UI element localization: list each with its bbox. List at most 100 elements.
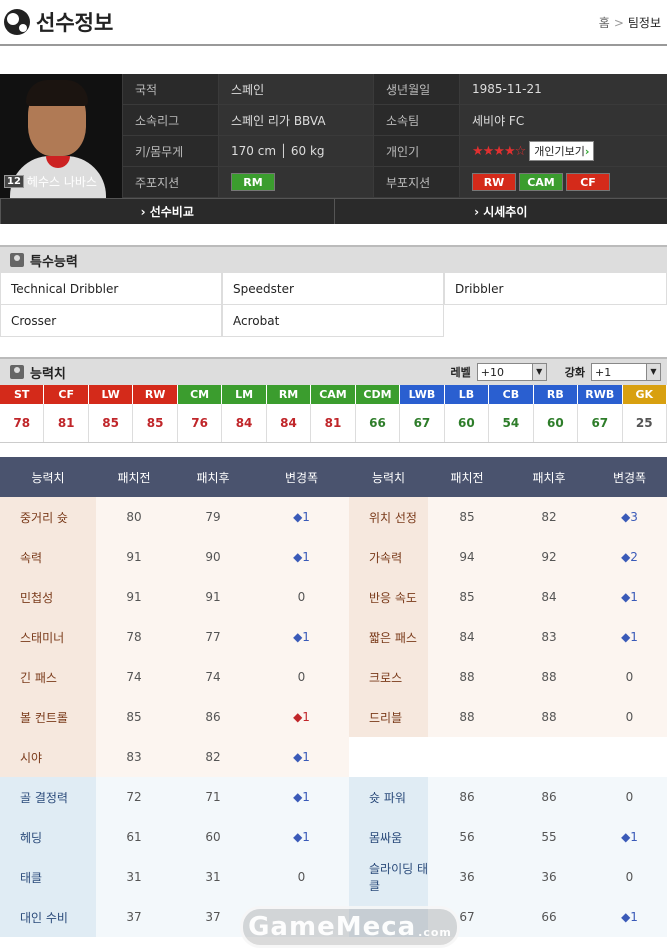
info-value: 170 cm │ 60 kg [218,136,373,167]
stat-column-header: 패치후 [196,470,230,485]
position-label: RWB [578,385,623,404]
position-label: CM [177,385,223,404]
stat-column-header: 능력치 [31,470,65,485]
position-rating: 67 [578,404,623,442]
position-rating: 84 [222,404,267,442]
stat-after: 91 [172,577,254,617]
breadcrumb-home[interactable]: 홈 [599,16,610,30]
position-label: RW [133,385,178,404]
stat-change [592,737,667,777]
position-label: ST [0,385,45,404]
stat-after: 77 [172,617,254,657]
header-left: 선수정보 [4,7,113,37]
stat-change: ◆1 [254,817,349,857]
compare-button[interactable]: › 선수비교 [0,199,334,224]
chevron-right-icon: > [613,15,624,30]
position-label: CB [489,385,534,404]
stat-after: 86 [506,777,592,817]
stat-row: 스태미너 78 77 ◆1 짧은 패스 84 83 ◆1 [0,617,667,657]
skill-view-button[interactable]: 개인기보기› [529,141,595,161]
position-rating: 25 [623,404,667,442]
stat-name: 긴 패스 [0,657,96,697]
page-header: 선수정보 홈 > 팀정보 [0,0,667,46]
breadcrumb-current[interactable]: 팀정보 [628,16,661,30]
stat-name: 짧은 패스 [349,617,428,657]
stat-row: 시야 83 82 ◆1 [0,737,667,777]
stat-before: 36 [428,857,506,897]
stat-change: ◆2 [592,537,667,577]
info-key: 키/몸무게 [122,136,218,167]
stat-row: 민첩성 91 91 0 반응 속도 85 84 ◆1 [0,577,667,617]
position-rating: 67 [400,404,445,442]
special-title: 특수능력 [30,254,78,270]
position-rating: 85 [89,404,134,442]
soccer-ball-icon [4,9,30,35]
sub-position-cell: RW CAM CF [459,167,667,198]
chevron-down-icon: ▼ [531,364,546,380]
stat-name: 중거리 슛 [0,497,96,537]
stat-before: 83 [96,737,172,777]
stat-name: 반응 속도 [349,577,428,617]
player-name: 헤수스 나바스 [26,175,97,189]
info-key: 소속팀 [373,105,459,136]
stat-row: 볼 컨트롤 85 86 ◆1 드리블 88 88 0 [0,697,667,737]
info-key: 생년월일 [373,74,459,105]
stat-after: 88 [506,657,592,697]
info-key: 개인기 [373,136,459,167]
stat-change: ◆1 [592,817,667,857]
stat-after: 88 [506,697,592,737]
level-select[interactable]: +10 ▼ [476,363,547,381]
stat-before: 86 [428,777,506,817]
chevron-down-icon: ▼ [646,364,660,380]
stat-after: 83 [506,617,592,657]
position-label: CDM [355,385,401,404]
position-label: RM [266,385,312,404]
stat-name: 시야 [0,737,96,777]
stat-after: 60 [172,817,254,857]
stat-column-header: 패치전 [450,470,484,485]
stat-before: 72 [96,777,172,817]
stat-table-body: 중거리 슛 80 79 ◆1 위치 선정 85 82 ◆3 속력 91 90 ◆1 가속력 94 92 ◆2 민… [0,497,667,937]
ability-title: 능력치 [30,366,66,382]
special-item: Speedster [222,273,444,305]
stat-after: 55 [506,817,592,857]
stat-name: 볼 컨트롤 [0,697,96,737]
sub-position-tag: CF [566,173,610,191]
player-hair [26,80,88,106]
stat-after: 90 [172,537,254,577]
skill-cell: ★★★★☆ 개인기보기› [459,136,667,167]
position-rating-grid: ST CF LW RW CM LM RM CAM CDM LWB LB CB RB RWB GK 78 81 85… [0,385,667,443]
ability-section-header: 능력치 레벨 +10 ▼ 강화 +1 ▼ [0,357,667,385]
stat-name [349,737,428,777]
stat-name: 슬라이딩 태클 [349,857,428,897]
info-value: 스페인 [218,74,373,105]
stat-before: 31 [96,857,172,897]
stat-after: 79 [172,497,254,537]
enhance-select[interactable]: +1 ▼ [591,363,661,381]
stat-change: 0 [592,857,667,897]
stat-after: 86 [172,697,254,737]
stat-table-header: 능력치 패치전 패치후 변경폭 능력치 패치전 패치후 변경폭 [0,457,667,497]
stat-change: 0 [592,657,667,697]
stat-name: 몸싸움 [349,817,428,857]
main-position-cell: RM [218,167,373,198]
stat-before: 91 [96,577,172,617]
stat-change: ◆1 [254,777,349,817]
stat-change: ◆1 [592,577,667,617]
stat-before: 74 [96,657,172,697]
stat-name: 크로스 [349,657,428,697]
stat-row: 긴 패스 74 74 0 크로스 88 88 0 [0,657,667,697]
position-rating: 81 [311,404,356,442]
player-card: 12 헤수스 나바스 국적 스페인 생년월일 1985-11-21 소속리그 스… [0,74,667,198]
trend-button[interactable]: › 시세추이 [333,199,667,224]
stat-change: 0 [254,577,349,617]
player-name-label: 12 헤수스 나바스 [4,173,97,190]
stat-before: 94 [428,537,506,577]
stat-row: 골 결정력 72 71 ◆1 슛 파워 86 86 0 [0,777,667,817]
position-label: LB [444,385,490,404]
stat-before: 88 [428,697,506,737]
position-rating: 76 [178,404,223,442]
stat-after: 66 [506,897,592,937]
sub-position-tag: CAM [519,173,563,191]
stat-name: 헤딩 [0,817,96,857]
